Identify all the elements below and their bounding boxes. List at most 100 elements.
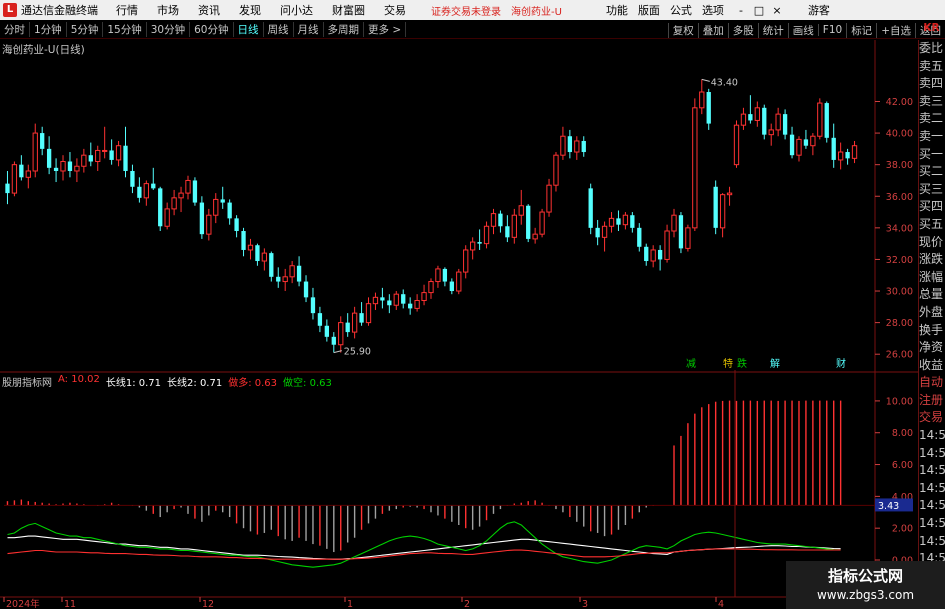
indicator-axis-label: 6.00 xyxy=(892,460,913,471)
candle-body xyxy=(435,268,441,283)
candle-body xyxy=(657,249,663,260)
watermark: 指标公式网 www.zbgs3.com xyxy=(786,561,945,609)
tab-daily[interactable]: 日线 xyxy=(234,22,264,37)
candle-body xyxy=(261,252,268,262)
candle-body xyxy=(338,322,344,346)
event-tag[interactable]: 财 xyxy=(836,357,846,370)
candle-body xyxy=(456,271,462,292)
candle-body xyxy=(102,149,108,152)
candle-body xyxy=(796,138,802,156)
tab-15min[interactable]: 15分钟 xyxy=(103,22,147,37)
menu-options[interactable]: 选项 xyxy=(702,2,724,18)
close-button[interactable]: × xyxy=(768,4,786,17)
multi-stock-button[interactable]: 多股 xyxy=(727,22,758,38)
side-panel-item: 现价 xyxy=(919,234,944,249)
candle-body xyxy=(137,186,142,198)
tab-more[interactable]: 更多 > xyxy=(364,22,407,37)
indicator-long1-value: 长线1: 0.71 xyxy=(105,378,162,389)
menu-markets[interactable]: 市场 xyxy=(157,2,179,18)
price-axis-label: 36.00 xyxy=(886,192,913,203)
tab-timeshare[interactable]: 分时 xyxy=(0,22,30,37)
candle-body xyxy=(19,164,24,178)
overlay-button[interactable]: 叠加 xyxy=(697,22,728,38)
stats-button[interactable]: 统计 xyxy=(757,22,788,38)
menu-formula[interactable]: 公式 xyxy=(670,2,692,18)
candle-body xyxy=(241,231,246,250)
tab-monthly[interactable]: 月线 xyxy=(294,22,324,37)
guest-label[interactable]: 游客 xyxy=(808,2,830,18)
minimize-button[interactable]: - xyxy=(732,4,750,17)
event-tag[interactable]: 特 xyxy=(723,358,733,370)
candle-body xyxy=(803,139,809,146)
side-panel-item: 卖二 xyxy=(919,111,944,126)
candle-body xyxy=(143,183,149,199)
candle-body xyxy=(269,253,274,277)
menu-layout[interactable]: 版面 xyxy=(638,2,660,18)
chart-area[interactable]: 42.0040.0038.0036.0034.0032.0030.0028.00… xyxy=(0,40,918,609)
candle-body xyxy=(220,199,225,203)
side-panel-item: 买四 xyxy=(919,199,944,214)
mark-button[interactable]: 标记 xyxy=(846,22,876,38)
tab-1min[interactable]: 1分钟 xyxy=(30,22,67,37)
candle-body xyxy=(740,113,747,126)
tab-multi-period[interactable]: 多周期 xyxy=(324,22,364,37)
candle-body xyxy=(775,113,781,131)
login-notice[interactable]: 证券交易未登录 xyxy=(431,3,501,18)
menu-ask[interactable]: 问小达 xyxy=(280,2,313,18)
candle-body xyxy=(192,180,198,203)
menu-function[interactable]: 功能 xyxy=(606,2,628,18)
tab-weekly[interactable]: 周线 xyxy=(264,22,294,37)
side-panel-item: 14:56 xyxy=(919,445,945,460)
menu-market[interactable]: 行情 xyxy=(116,2,138,18)
draw-button[interactable]: 画线 xyxy=(787,22,818,38)
side-panel-item: 买五 xyxy=(919,216,944,231)
menu-trade[interactable]: 交易 xyxy=(384,2,406,18)
indicator-a-value: A: 10.02 xyxy=(58,374,100,385)
side-panel-item[interactable]: 注册 xyxy=(919,392,945,410)
side-panel-item: 14:56 xyxy=(919,498,945,513)
maximize-button[interactable]: □ xyxy=(750,4,768,17)
candle-body xyxy=(706,92,711,124)
candle-body xyxy=(713,186,718,228)
indicator-short-side-value: 做空: 0.63 xyxy=(283,378,332,389)
candle-body xyxy=(151,183,156,189)
candle-body xyxy=(560,135,566,156)
candle-body xyxy=(380,297,385,301)
add-watchlist-button[interactable]: +自选 xyxy=(876,22,915,38)
side-panel-item[interactable]: 自动 xyxy=(919,374,945,392)
tab-5min[interactable]: 5分钟 xyxy=(67,22,104,37)
candle-body xyxy=(282,276,288,283)
candle-body xyxy=(351,312,358,333)
candle-body xyxy=(762,107,767,135)
candle-body xyxy=(719,194,726,229)
menu-wealth[interactable]: 财富圈 xyxy=(332,2,365,18)
candle-body xyxy=(539,211,545,235)
indicator-axis-label: 2.00 xyxy=(892,524,913,535)
side-panel-item: 卖一 xyxy=(919,128,944,143)
side-panel-item: 买一 xyxy=(919,146,944,161)
indicator-axis-label: 10.00 xyxy=(886,396,913,407)
candle-body xyxy=(546,184,552,213)
candle-body xyxy=(810,135,816,147)
f10-button[interactable]: F10 xyxy=(817,24,846,36)
adjust-button[interactable]: 复权 xyxy=(667,22,698,38)
event-tag[interactable]: 减 xyxy=(686,358,696,370)
candle-body xyxy=(206,214,212,235)
event-tag[interactable]: 解 xyxy=(770,357,780,370)
candle-body xyxy=(733,124,740,166)
candle-body xyxy=(234,218,239,232)
tab-30min[interactable]: 30分钟 xyxy=(147,22,191,37)
candle-body xyxy=(421,292,427,302)
time-axis-label: 3 xyxy=(582,599,588,609)
side-panel-item: 卖四 xyxy=(919,76,944,91)
tab-60min[interactable]: 60分钟 xyxy=(190,22,234,37)
menu-discover[interactable]: 发现 xyxy=(239,2,261,18)
current-value-label: 3.43 xyxy=(878,501,899,512)
candle-body xyxy=(227,202,232,219)
indicator-header: 股朋指标网 A: 10.02 长线1: 0.71 长线2: 0.71 做多: 0… xyxy=(2,374,332,389)
side-panel-item[interactable]: 交易 xyxy=(919,409,945,427)
candle-body xyxy=(824,103,829,138)
side-panel-item: 买三 xyxy=(919,181,944,196)
event-tag[interactable]: 跌 xyxy=(737,357,747,370)
menu-news[interactable]: 资讯 xyxy=(198,2,220,18)
